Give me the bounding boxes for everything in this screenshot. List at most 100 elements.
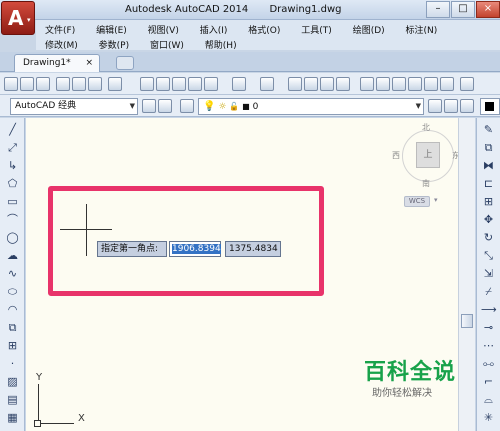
menu-tools[interactable]: 工具(T) bbox=[301, 26, 332, 36]
rotate-icon[interactable]: ↻ bbox=[481, 230, 496, 245]
block-editor-icon[interactable] bbox=[204, 77, 218, 91]
tool-palettes-icon[interactable] bbox=[392, 77, 406, 91]
construction-line-icon[interactable]: ⤢ bbox=[5, 140, 20, 155]
make-block-icon[interactable]: ⊞ bbox=[5, 338, 20, 353]
compass-north[interactable]: 北 bbox=[422, 122, 430, 133]
polyline-icon[interactable]: ↳ bbox=[5, 158, 20, 173]
compass-south[interactable]: 南 bbox=[422, 178, 430, 189]
color-dropdown[interactable] bbox=[480, 98, 500, 115]
make-current-layer-icon[interactable] bbox=[428, 99, 442, 113]
match-properties-icon[interactable] bbox=[188, 77, 202, 91]
pan-icon[interactable] bbox=[288, 77, 302, 91]
3d-print-icon[interactable] bbox=[108, 77, 122, 91]
maximize-button[interactable]: □ bbox=[451, 1, 475, 18]
menu-draw[interactable]: 绘图(D) bbox=[353, 26, 385, 36]
trim-icon[interactable]: ⌿ bbox=[481, 284, 496, 299]
menu-view[interactable]: 视图(V) bbox=[148, 26, 179, 36]
minimize-button[interactable]: – bbox=[426, 1, 450, 18]
menu-window[interactable]: 窗口(W) bbox=[150, 41, 184, 51]
sheet-set-icon[interactable] bbox=[408, 77, 422, 91]
point-icon[interactable]: · bbox=[5, 356, 20, 371]
workspace-save-icon[interactable] bbox=[158, 99, 172, 113]
extend-icon[interactable]: ⟶ bbox=[481, 302, 497, 317]
spline-icon[interactable]: ∿ bbox=[5, 266, 20, 281]
move-icon[interactable]: ✥ bbox=[481, 212, 496, 227]
chevron-down-icon[interactable]: ▾ bbox=[434, 196, 438, 204]
zoom-window-icon[interactable] bbox=[320, 77, 334, 91]
revision-cloud-icon[interactable]: ☁ bbox=[5, 248, 20, 263]
insert-block-icon[interactable]: ⧉ bbox=[5, 320, 20, 335]
layer-dropdown[interactable]: 💡 ☼ 🔓 ■ 0 ▼ bbox=[198, 98, 424, 115]
standard-toolbar bbox=[0, 73, 500, 95]
menu-format[interactable]: 格式(O) bbox=[248, 26, 280, 36]
menu-modify[interactable]: 修改(M) bbox=[45, 41, 78, 51]
ellipse-icon[interactable]: ⬭ bbox=[5, 284, 20, 299]
menu-dimension[interactable]: 标注(N) bbox=[406, 26, 438, 36]
compass-west[interactable]: 西 bbox=[392, 150, 400, 161]
cut-icon[interactable] bbox=[140, 77, 154, 91]
plot-icon[interactable] bbox=[56, 77, 70, 91]
explode-icon[interactable]: ✳ bbox=[481, 410, 496, 425]
workspace-dropdown[interactable]: AutoCAD 经典 ▼ bbox=[10, 98, 138, 115]
circle-icon[interactable]: ◯ bbox=[5, 230, 20, 245]
ellipse-arc-icon[interactable]: ◠ bbox=[5, 302, 20, 317]
properties-icon[interactable] bbox=[360, 77, 374, 91]
mirror-icon[interactable]: ⧓ bbox=[481, 158, 496, 173]
menu-help[interactable]: 帮助(H) bbox=[205, 41, 237, 51]
stretch-icon[interactable]: ⇲ bbox=[481, 266, 496, 281]
close-button[interactable]: × bbox=[476, 1, 500, 18]
vertical-scrollbar[interactable] bbox=[458, 118, 475, 431]
paste-icon[interactable] bbox=[172, 77, 186, 91]
menu-file[interactable]: 文件(F) bbox=[45, 26, 75, 36]
scrollbar-thumb[interactable] bbox=[461, 314, 473, 328]
new-tab-button[interactable] bbox=[116, 56, 134, 70]
hatch-icon[interactable]: ▨ bbox=[5, 374, 20, 389]
line-icon[interactable]: ╱ bbox=[5, 122, 20, 137]
menu-parameter[interactable]: 参数(P) bbox=[99, 41, 129, 51]
dynamic-input-x-field[interactable]: 1906.8394 bbox=[169, 241, 221, 257]
arc-icon[interactable]: ⌒ bbox=[5, 212, 20, 227]
chamfer-icon[interactable]: ⌐ bbox=[481, 374, 496, 389]
fillet-icon[interactable]: ⌓ bbox=[481, 392, 496, 407]
open-file-icon[interactable] bbox=[20, 77, 34, 91]
zoom-previous-icon[interactable] bbox=[336, 77, 350, 91]
zoom-realtime-icon[interactable] bbox=[304, 77, 318, 91]
copy-icon[interactable] bbox=[156, 77, 170, 91]
join-icon[interactable]: ⧟ bbox=[481, 356, 496, 371]
undo-icon[interactable] bbox=[232, 77, 246, 91]
table-icon[interactable]: ▦ bbox=[5, 410, 20, 425]
rectangle-icon[interactable]: ▭ bbox=[5, 194, 20, 209]
viewcube[interactable]: 北 南 西 东 上 WCS ▾ bbox=[392, 120, 462, 210]
design-center-icon[interactable] bbox=[376, 77, 390, 91]
layer-properties-icon[interactable] bbox=[180, 99, 194, 113]
erase-icon[interactable]: ✎ bbox=[481, 122, 496, 137]
application-menu-button[interactable]: A ▾ bbox=[1, 1, 35, 35]
publish-icon[interactable] bbox=[88, 77, 102, 91]
wcs-menu[interactable]: WCS bbox=[404, 196, 430, 207]
scale-icon[interactable]: ⤡ bbox=[481, 248, 496, 263]
close-tab-icon[interactable]: × bbox=[85, 55, 93, 71]
redo-icon[interactable] bbox=[260, 77, 274, 91]
break-icon[interactable]: ⋯ bbox=[481, 338, 496, 353]
menu-insert[interactable]: 插入(I) bbox=[200, 26, 228, 36]
markup-icon[interactable] bbox=[424, 77, 438, 91]
copy-object-icon[interactable]: ⧉ bbox=[481, 140, 496, 155]
help-icon[interactable] bbox=[460, 77, 474, 91]
menu-edit[interactable]: 编辑(E) bbox=[96, 26, 127, 36]
save-icon[interactable] bbox=[36, 77, 50, 91]
tab-drawing1[interactable]: Drawing1* × bbox=[14, 54, 100, 72]
workspace-settings-icon[interactable] bbox=[142, 99, 156, 113]
print-preview-icon[interactable] bbox=[72, 77, 86, 91]
viewcube-top-face[interactable]: 上 bbox=[416, 142, 440, 168]
new-file-icon[interactable] bbox=[4, 77, 18, 91]
previous-layer-icon[interactable] bbox=[444, 99, 458, 113]
offset-icon[interactable]: ⊏ bbox=[481, 176, 496, 191]
array-icon[interactable]: ⊞ bbox=[481, 194, 496, 209]
quickcalc-icon[interactable] bbox=[440, 77, 454, 91]
dynamic-input-y-field[interactable]: 1375.4834 bbox=[225, 241, 281, 257]
layer-state-icon[interactable] bbox=[460, 99, 474, 113]
gradient-icon[interactable]: ▤ bbox=[5, 392, 20, 407]
break-at-point-icon[interactable]: ⊸ bbox=[481, 320, 496, 335]
polygon-icon[interactable]: ⬠ bbox=[5, 176, 20, 191]
ucs-x-axis bbox=[38, 423, 74, 424]
